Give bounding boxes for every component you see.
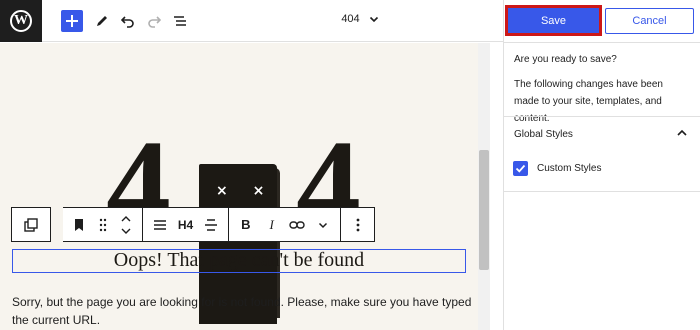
undo-icon bbox=[121, 16, 134, 28]
chevron-up-icon[interactable] bbox=[675, 126, 689, 140]
custom-styles-checkbox[interactable] bbox=[513, 161, 528, 176]
drag-handle-icon[interactable] bbox=[91, 213, 115, 237]
panel-gutter bbox=[490, 43, 503, 330]
italic-button[interactable]: I bbox=[260, 213, 284, 237]
paragraph-block[interactable]: Sorry, but the page you are looking for … bbox=[12, 293, 472, 329]
parent-block-button[interactable] bbox=[11, 207, 51, 242]
toolbar-gap bbox=[51, 207, 63, 242]
save-button[interactable]: Save bbox=[505, 5, 602, 36]
global-styles-section-toggle[interactable]: Global Styles bbox=[514, 129, 573, 140]
section-divider-bottom bbox=[503, 191, 700, 192]
custom-styles-label: Custom Styles bbox=[537, 163, 602, 174]
wordpress-logo-icon: W bbox=[10, 10, 32, 32]
document-title: 404 bbox=[341, 13, 360, 25]
block-toolbar: H4 B I bbox=[11, 207, 375, 242]
chevron-down-icon bbox=[369, 16, 378, 23]
text-align-icon[interactable] bbox=[199, 213, 223, 237]
align-icon[interactable] bbox=[148, 213, 172, 237]
undo-button[interactable] bbox=[117, 10, 139, 32]
checkmark-icon bbox=[515, 164, 526, 173]
move-up-down-icon[interactable] bbox=[114, 213, 138, 237]
redo-button[interactable] bbox=[143, 10, 165, 32]
duplicate-icon bbox=[24, 217, 38, 232]
heading-controls-group: H4 bbox=[143, 207, 229, 242]
face-eyes: × × bbox=[216, 183, 275, 199]
heading-level-button[interactable]: H4 bbox=[173, 213, 197, 237]
editor-top-toolbar: W 404 bbox=[0, 0, 503, 42]
section-divider bbox=[503, 116, 700, 117]
edit-tool-button[interactable] bbox=[91, 10, 113, 32]
save-panel-description: The following changes have been made to … bbox=[514, 79, 663, 124]
format-controls-group: B I bbox=[229, 207, 341, 242]
more-vertical-icon bbox=[356, 218, 359, 231]
block-mover-group bbox=[63, 207, 143, 242]
canvas-scrollbar-thumb[interactable] bbox=[479, 150, 489, 270]
redo-icon bbox=[148, 16, 161, 28]
block-options-button[interactable] bbox=[341, 207, 375, 242]
pencil-icon bbox=[97, 16, 107, 26]
cancel-button[interactable]: Cancel bbox=[605, 8, 694, 34]
panel-header-divider bbox=[503, 42, 700, 43]
more-formats-chevron-icon[interactable] bbox=[311, 213, 335, 237]
bold-button[interactable]: B bbox=[234, 213, 258, 237]
wordpress-logo-button[interactable]: W bbox=[0, 0, 42, 42]
list-view-icon bbox=[174, 16, 186, 26]
heading-block[interactable]: Oops! That page can't be found bbox=[12, 249, 466, 273]
editor-canvas: 4 4 × × H4 B I Oops! That page can't be … bbox=[0, 43, 490, 330]
plus-icon bbox=[66, 15, 78, 27]
document-title-dropdown[interactable]: 404 bbox=[330, 13, 390, 25]
add-block-button[interactable] bbox=[61, 10, 83, 32]
list-view-button[interactable] bbox=[169, 10, 191, 32]
save-panel-title: Are you ready to save? bbox=[514, 54, 617, 65]
bookmark-icon[interactable] bbox=[67, 213, 91, 237]
save-panel bbox=[503, 0, 700, 330]
link-icon[interactable] bbox=[285, 213, 309, 237]
